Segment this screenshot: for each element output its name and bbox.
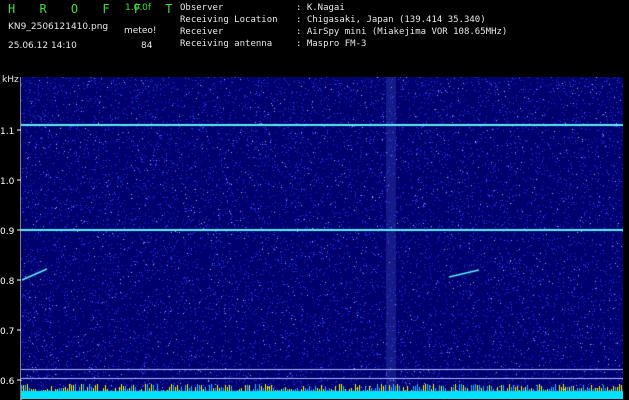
observer-value: : K.Nagai [296,3,345,13]
freq-tick-label: 0.7 [0,327,14,337]
spectrogram-image [21,77,623,399]
freq-tick-label: 1.0 [0,177,15,187]
timestamp-label: 25.06.12 14:10 [8,41,77,51]
antenna-value: : Maspro FM-3 [296,39,367,49]
location-label: Receiving Location [180,15,278,25]
location-value: : Chigasaki, Japan (139.414 35.340) [296,15,486,25]
freq-tick-label: 0.9 [0,227,15,237]
freq-tick-label: 0.8 [0,277,15,287]
header-panel: H R O F F T 1.0.0f KN9_2506121410.png me… [0,0,629,75]
observer-label: Observer [180,3,224,13]
freq-tick-label: 1.1 [0,127,14,137]
app-title: H R O F F T [8,2,181,16]
filename-label: KN9_2506121410.png [8,22,109,32]
antenna-label: Receiving antenna [180,39,273,49]
version-label: 1.0.0f [125,3,152,13]
count-label: 84 [141,41,153,51]
freq-tick-label: 0.6 [0,377,15,387]
mode-label: meteo! [124,26,157,36]
receiver-value: : AirSpy mini (Miakejima VOR 108.65MHz) [296,27,508,37]
receiver-label: Receiver [180,27,224,37]
